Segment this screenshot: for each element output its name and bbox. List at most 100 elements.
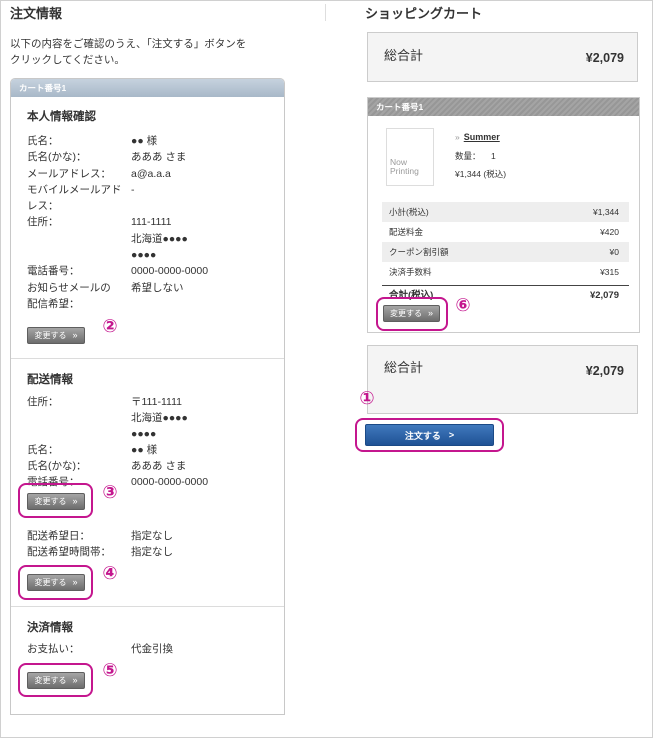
- annotation-number-1: ①: [359, 388, 375, 408]
- delivery-row-time: 配送希望時間帯： 指定なし: [27, 544, 277, 560]
- intro-text: 以下の内容をご確認のうえ、「注文する」ボタンを クリックしてください。: [10, 38, 247, 66]
- row-label: 氏名(かな)：: [27, 151, 87, 164]
- info-row-name: 氏名： ●● 様: [27, 133, 277, 149]
- row-label: お支払い：: [27, 643, 80, 655]
- annotation-highlight-cart-change: [376, 297, 448, 331]
- shopping-cart-title: ショッピングカート: [365, 6, 483, 21]
- section-heading: 配送情報: [27, 374, 73, 386]
- grand-total-box: 総合計 ¥2,079: [367, 32, 638, 82]
- annotation-number-2: ②: [102, 316, 118, 336]
- row-value: a@a.a.a: [131, 167, 171, 180]
- row-value: 111-1111 北海道●●●● ●●●●: [131, 216, 188, 262]
- summary-label: クーポン割引額: [389, 247, 449, 257]
- summary-row-coupon: クーポン割引額 ¥0: [382, 242, 629, 262]
- payment-info-list: お支払い： 代金引換: [27, 641, 277, 657]
- row-value: 0000-0000-0000: [131, 265, 209, 278]
- annotation-highlight-order-button: [355, 418, 504, 452]
- summary-row-shipping: 配送料金 ¥420: [382, 222, 629, 242]
- row-label: 電話番号：: [27, 265, 80, 278]
- change-button-label: 変更する: [34, 331, 67, 341]
- info-row-email: メールアドレス： a@a.a.a: [27, 166, 277, 182]
- price-summary-table: 小計(税込) ¥1,344 配送料金 ¥420 クーポン割引額 ¥0 決済手数料…: [382, 202, 629, 305]
- info-row-mobile-email: モバイルメールアド レス： -: [27, 182, 277, 215]
- row-label: 氏名：: [27, 444, 59, 456]
- annotation-highlight-payment-change: [18, 663, 93, 697]
- personal-info-section: 本人情報確認 氏名： ●● 様 氏名(かな)： あああ さま メールアドレス： …: [27, 110, 277, 345]
- row-label: 配送希望日：: [27, 530, 90, 542]
- double-chevron-right-icon: »: [72, 330, 78, 341]
- grand-total-box-bottom: 総合計 ¥2,079: [367, 345, 638, 414]
- annotation-highlight-schedule-change: [18, 565, 93, 600]
- section-heading: 本人情報確認: [27, 111, 96, 123]
- row-label: 配送希望時間帯：: [27, 546, 111, 558]
- item-price: ¥1,344 (税込): [455, 169, 507, 179]
- row-value: 希望しない: [131, 281, 184, 294]
- row-value: あああ さま: [131, 460, 187, 472]
- annotation-number-5: ⑤: [102, 660, 118, 680]
- quantity-value: 1: [491, 151, 496, 161]
- quantity-label: 数量：: [455, 151, 481, 161]
- cart-number-header: カート番号1: [368, 98, 639, 116]
- column-divider: [325, 4, 326, 21]
- row-value: 指定なし: [131, 530, 173, 542]
- delivery-info-list: 住所： 〒111-1111 北海道●●●● ●●●● 氏名： ●● 様 氏名(か…: [27, 394, 277, 490]
- info-row-phone: 電話番号： 0000-0000-0000: [27, 263, 277, 279]
- section-divider: [11, 358, 284, 359]
- product-thumbnail[interactable]: Now Printing: [386, 128, 434, 186]
- annotation-number-4: ④: [102, 563, 118, 583]
- delivery-row-date: 配送希望日： 指定なし: [27, 528, 277, 544]
- product-link-line: » Summer: [455, 130, 506, 144]
- row-value: ●● 様: [131, 135, 158, 147]
- row-value: ●● 様: [131, 444, 158, 456]
- row-label: 住所：: [27, 396, 59, 408]
- summary-label: 決済手数料: [389, 267, 432, 277]
- section-divider: [11, 606, 284, 607]
- info-row-kana: 氏名(かな)： あああ さま: [27, 149, 277, 165]
- summary-label: 配送料金: [389, 227, 424, 237]
- summary-value: ¥420: [600, 227, 619, 237]
- grand-total-label: 総合計: [384, 360, 424, 375]
- quantity-line: 数量： 1: [455, 150, 506, 162]
- total-value: ¥2,079: [589, 290, 619, 301]
- personal-info-list: 氏名： ●● 様 氏名(かな)： あああ さま メールアドレス： a@a.a.a…: [27, 133, 277, 312]
- double-chevron-right-icon: »: [455, 132, 460, 142]
- row-value: 代金引換: [131, 643, 173, 655]
- grand-total-label: 総合計: [384, 48, 424, 63]
- payment-row-method: お支払い： 代金引換: [27, 641, 277, 657]
- image-placeholder-text: Now Printing: [390, 157, 419, 176]
- row-label: メールアドレス：: [27, 167, 111, 180]
- row-value: 0000-0000-0000: [131, 476, 209, 488]
- row-value: 〒111-1111 北海道●●●● ●●●●: [131, 396, 188, 440]
- product-name-link[interactable]: Summer: [464, 132, 500, 142]
- summary-row-payment-fee: 決済手数料 ¥315: [382, 262, 629, 282]
- annotation-number-6: ⑥: [455, 295, 471, 315]
- row-label: モバイルメールアド レス：: [27, 183, 122, 213]
- cart-number-header: カート番号1: [11, 79, 284, 97]
- row-label: 氏名(かな)：: [27, 460, 87, 472]
- info-row-newsletter: お知らせメールの 配信希望： 希望しない: [27, 280, 277, 313]
- order-info-box: カート番号1 本人情報確認 氏名： ●● 様 氏名(かな)： あああ さま メー…: [10, 78, 285, 715]
- delivery-info-section: 配送情報 住所： 〒111-1111 北海道●●●● ●●●● 氏名： ●● 様…: [27, 373, 277, 591]
- annotation-number-3: ③: [102, 482, 118, 502]
- delivery-row-kana: 氏名(かな)： あああ さま: [27, 458, 277, 474]
- summary-label: 小計(税込): [389, 207, 429, 217]
- summary-value: ¥315: [600, 267, 619, 277]
- grand-total-value: ¥2,079: [585, 51, 624, 65]
- grand-total-value: ¥2,079: [585, 364, 624, 378]
- row-value: -: [131, 183, 135, 196]
- summary-value: ¥0: [609, 247, 619, 257]
- delivery-schedule-list: 配送希望日： 指定なし 配送希望時間帯： 指定なし: [27, 528, 277, 560]
- summary-value: ¥1,344: [593, 207, 619, 217]
- row-label: お知らせメールの 配信希望：: [27, 281, 111, 310]
- summary-row-subtotal: 小計(税込) ¥1,344: [382, 202, 629, 222]
- row-value: あああ さま: [131, 151, 187, 164]
- order-info-title: 注文情報: [10, 6, 63, 21]
- delivery-row-address: 住所： 〒111-1111 北海道●●●● ●●●●: [27, 394, 277, 442]
- row-label: 住所：: [27, 216, 59, 229]
- info-row-address: 住所： 111-1111 北海道●●●● ●●●●: [27, 214, 277, 263]
- cart-item-info: » Summer 数量： 1 ¥1,344 (税込): [455, 130, 506, 180]
- change-personal-info-button[interactable]: 変更する »: [27, 327, 85, 345]
- delivery-row-name: 氏名： ●● 様: [27, 442, 277, 458]
- row-value: 指定なし: [131, 546, 173, 558]
- row-label: 氏名：: [27, 135, 59, 147]
